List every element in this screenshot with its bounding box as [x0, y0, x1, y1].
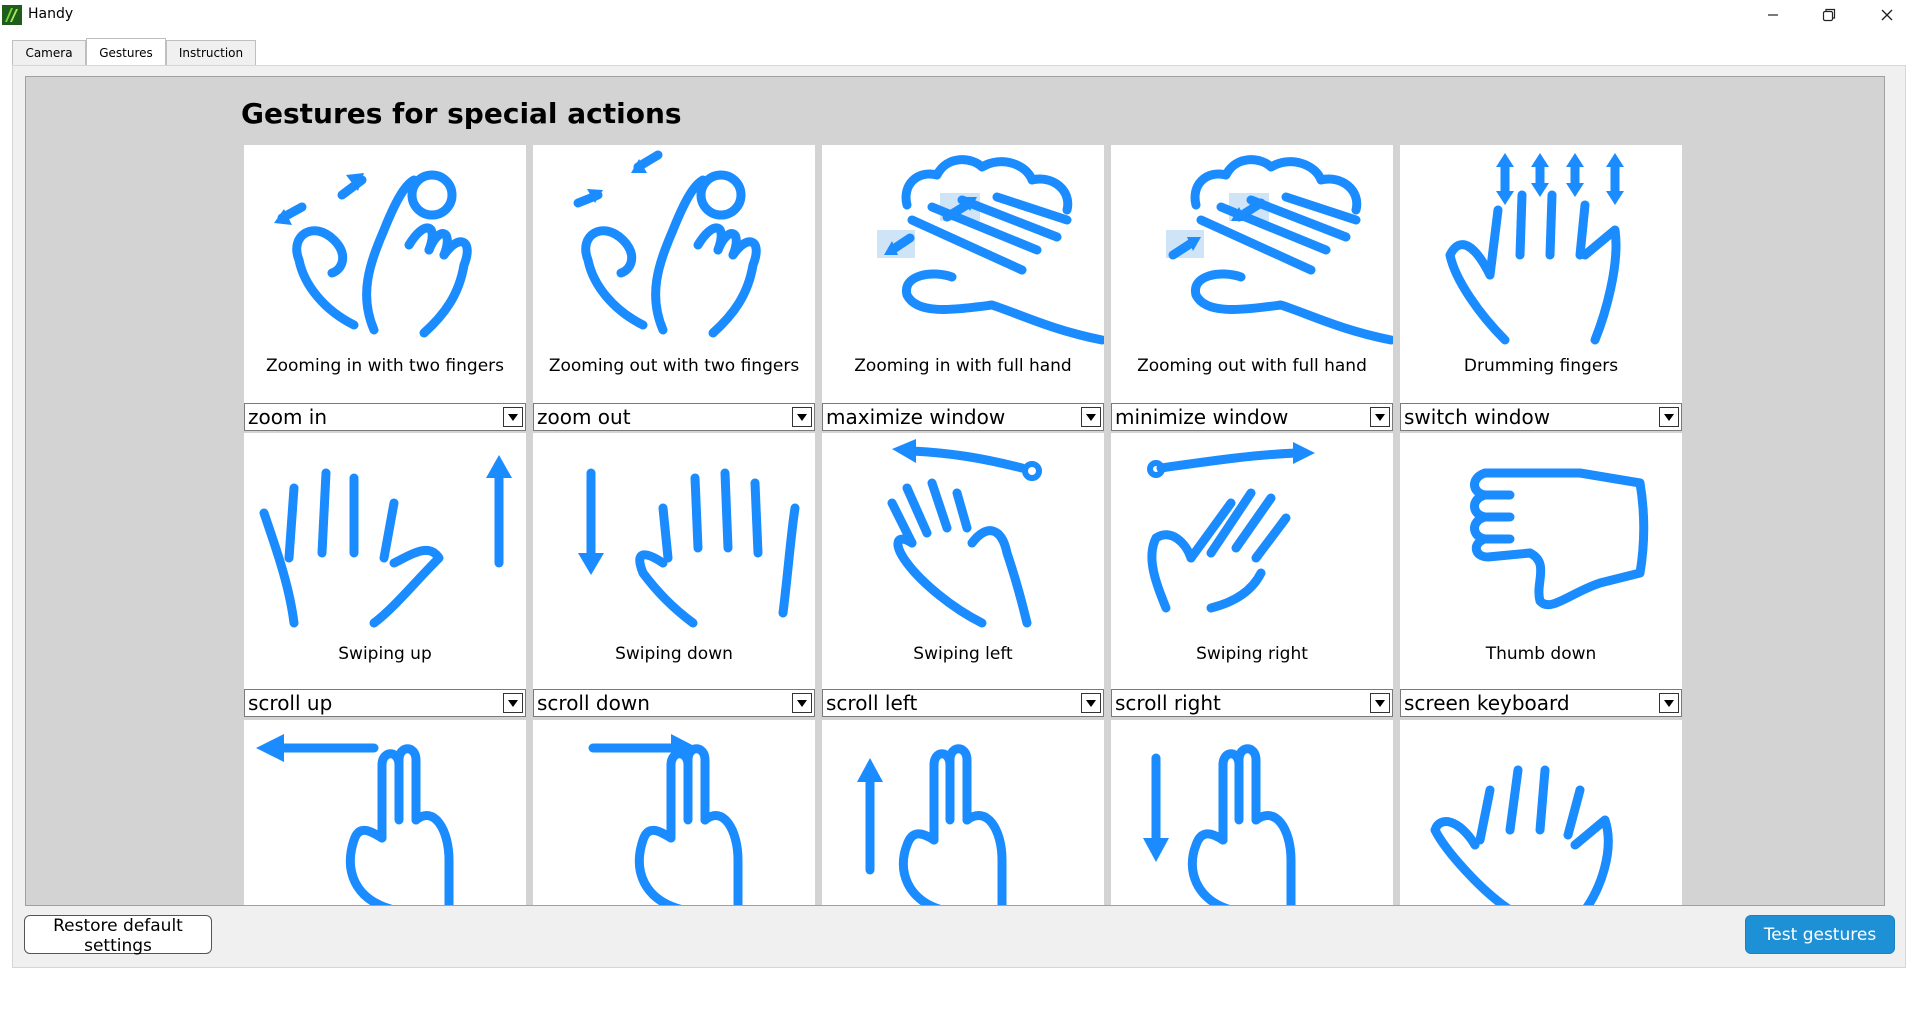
thumb-down-icon — [1470, 468, 1649, 610]
action-select[interactable]: switch window — [1400, 403, 1682, 431]
action-select[interactable]: maximize window — [822, 403, 1104, 431]
restore-window-button[interactable] — [1800, 0, 1858, 29]
gesture-card: Zooming out with two fingers — [533, 145, 815, 403]
gesture-card: Drumming fingers — [1400, 145, 1682, 403]
gestures-pane: Gestures for special actions Zooming in … — [12, 65, 1906, 968]
gesture-card: Swiping up — [244, 433, 526, 691]
action-select-value: switch window — [1404, 405, 1551, 429]
gesture-card — [533, 720, 815, 905]
app-window: Handy Camera Gestures Instruction Gestur… — [0, 0, 1918, 1019]
chevron-down-icon[interactable] — [1659, 407, 1679, 427]
close-icon — [1881, 9, 1893, 20]
restore-window-icon — [1822, 8, 1836, 21]
action-select[interactable]: scroll up — [244, 689, 526, 717]
chevron-down-icon[interactable] — [1370, 693, 1390, 713]
tab-camera[interactable]: Camera — [12, 40, 86, 65]
gesture-label: Swiping down — [615, 644, 733, 664]
swipe-left-two-fingers-icon — [256, 734, 454, 905]
zoom-in-full-hand-icon — [877, 155, 1104, 345]
gesture-card: Zooming in with two fingers — [244, 145, 526, 403]
window-title: Handy — [28, 6, 74, 22]
chevron-down-icon[interactable] — [503, 693, 523, 713]
chevron-down-icon[interactable] — [1659, 693, 1679, 713]
action-select-value: scroll up — [248, 691, 333, 715]
gesture-label: Zooming out with full hand — [1137, 356, 1367, 376]
action-select[interactable]: zoom out — [533, 403, 815, 431]
drumming-fingers-icon — [1445, 153, 1624, 345]
swipe-down-icon — [578, 468, 800, 628]
zoom-out-full-hand-icon — [1166, 155, 1393, 345]
vertical-scrollbar[interactable] — [1884, 77, 1885, 906]
chevron-down-icon[interactable] — [1370, 407, 1390, 427]
action-select[interactable]: screen keyboard — [1400, 689, 1682, 717]
action-select-value: zoom in — [248, 405, 328, 429]
test-gestures-button[interactable]: Test gestures — [1745, 915, 1895, 954]
gesture-label: Swiping left — [913, 644, 1013, 664]
gesture-label: Swiping up — [338, 644, 432, 664]
gesture-card: Swiping right — [1111, 433, 1393, 691]
tab-instruction[interactable]: Instruction — [166, 40, 256, 65]
swipe-right-two-fingers-icon — [588, 734, 743, 905]
action-select[interactable]: scroll down — [533, 689, 815, 717]
gesture-card: Swiping down — [533, 433, 815, 691]
tab-gestures[interactable]: Gestures — [86, 38, 166, 66]
action-select-value: minimize window — [1115, 405, 1289, 429]
action-select-value: scroll left — [826, 691, 918, 715]
section-title: Gestures for special actions — [241, 97, 682, 130]
gesture-card — [244, 720, 526, 905]
restore-default-settings-button[interactable]: Restore default settings — [24, 915, 212, 956]
gesture-label: Drumming fingers — [1463, 356, 1619, 376]
swipe-up-icon — [259, 455, 512, 628]
chevron-down-icon[interactable] — [1081, 693, 1101, 713]
gesture-card: Zooming out with full hand — [1111, 145, 1393, 403]
title-bar: Handy — [0, 0, 1918, 29]
action-select-value: scroll right — [1115, 691, 1221, 715]
close-button[interactable] — [1858, 0, 1916, 29]
tab-bar: Camera Gestures Instruction — [0, 29, 1918, 66]
swipe-up-two-fingers-icon — [857, 744, 1007, 905]
minimize-button[interactable] — [1744, 0, 1802, 29]
action-select[interactable]: zoom in — [244, 403, 526, 431]
action-select[interactable]: minimize window — [1111, 403, 1393, 431]
swipe-left-icon — [887, 439, 1042, 628]
gesture-label: Zooming in with two fingers — [265, 356, 505, 376]
gesture-label: Thumb down — [1485, 644, 1597, 664]
gesture-card — [1111, 720, 1393, 905]
swipe-right-icon — [1147, 442, 1315, 613]
action-select[interactable]: scroll right — [1111, 689, 1393, 717]
gesture-card: Zooming in with full hand — [822, 145, 1104, 403]
gesture-card — [822, 720, 1104, 905]
action-select[interactable]: scroll left — [822, 689, 1104, 717]
open-hand-icon — [1430, 765, 1613, 905]
chevron-down-icon[interactable] — [1081, 407, 1101, 427]
chevron-down-icon[interactable] — [792, 693, 812, 713]
gesture-label: Zooming out with two fingers — [548, 356, 800, 376]
minimize-icon — [1768, 13, 1778, 16]
gestures-scroll-area[interactable]: Gestures for special actions Zooming in … — [25, 76, 1885, 906]
action-select-value: screen keyboard — [1404, 691, 1570, 715]
app-logo-icon — [2, 5, 22, 25]
gesture-card: Thumb down — [1400, 433, 1682, 691]
gesture-label: Zooming in with full hand — [854, 356, 1072, 376]
gesture-card: Swiping left — [822, 433, 1104, 691]
gesture-card — [1400, 720, 1682, 905]
zoom-out-two-fingers-icon — [573, 150, 761, 338]
action-select-value: scroll down — [537, 691, 650, 715]
chevron-down-icon[interactable] — [792, 407, 812, 427]
action-select-value: maximize window — [826, 405, 1006, 429]
action-select-value: zoom out — [537, 405, 631, 429]
swipe-down-two-fingers-icon — [1143, 744, 1296, 905]
chevron-down-icon[interactable] — [503, 407, 523, 427]
zoom-in-two-fingers-icon — [274, 170, 472, 338]
gesture-label: Swiping right — [1196, 644, 1308, 664]
